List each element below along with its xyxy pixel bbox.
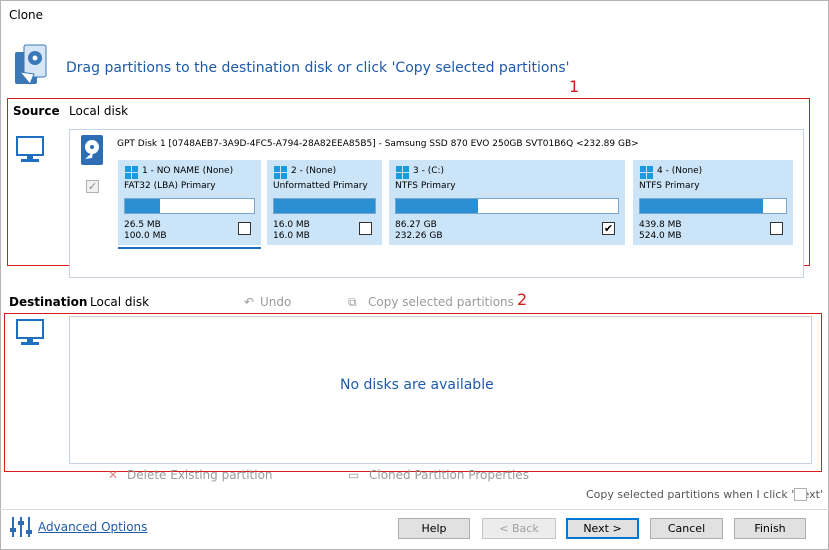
instruction-text: Drag partitions to the destination disk …: [66, 60, 570, 76]
partition-usage-bar: [639, 198, 787, 214]
sliders-icon: [9, 516, 33, 538]
cancel-button[interactable]: Cancel: [650, 518, 723, 539]
windows-icon: [125, 166, 138, 179]
partition-total: 16.0 MB: [273, 231, 310, 241]
source-disk-title: GPT Disk 1 [0748AEB7-3A9D-4FC5-A794-28A8…: [117, 139, 639, 149]
partition-usage-fill: [274, 199, 375, 213]
partition-used: 439.8 MB: [639, 220, 682, 230]
source-computer-icon: [15, 135, 45, 165]
copy-on-next-label: Copy selected partitions when I click 'N…: [586, 488, 823, 501]
disk-select-checkbox[interactable]: ✓: [86, 180, 99, 193]
partition-used: 26.5 MB: [124, 220, 161, 230]
back-button[interactable]: < Back: [482, 518, 556, 539]
partition-total: 524.0 MB: [639, 231, 682, 241]
windows-icon: [640, 166, 653, 179]
partition-total: 100.0 MB: [124, 231, 167, 241]
partition-1-selected-underline: [118, 247, 261, 249]
finish-button[interactable]: Finish: [734, 518, 806, 539]
footer-divider: [0, 509, 829, 510]
partition-3[interactable]: 3 - (C:) NTFS Primary 86.27 GB 232.26 GB ✔: [389, 160, 625, 245]
partition-used: 16.0 MB: [273, 220, 310, 230]
partition-usage-fill: [396, 199, 479, 213]
next-button[interactable]: Next >: [566, 518, 639, 539]
window-title: Clone: [9, 8, 44, 22]
cloned-props-label: Cloned Partition Properties: [369, 468, 529, 482]
partition-checkbox[interactable]: [238, 222, 251, 235]
delete-existing-label: Delete Existing partition: [127, 468, 273, 482]
copy-selected-label: Copy selected partitions: [368, 295, 514, 309]
undo-icon: ↶: [244, 295, 255, 309]
partition-usage-fill: [640, 199, 763, 213]
partition-usage-bar: [395, 198, 619, 214]
partition-checkbox[interactable]: ✔: [602, 222, 615, 235]
destination-disk-type: Local disk: [90, 295, 150, 309]
partition-usage-fill: [125, 199, 160, 213]
partition-fs: NTFS Primary: [639, 181, 700, 191]
annotation-marker-2: 2: [517, 290, 528, 309]
partition-fs: Unformatted Primary: [273, 181, 368, 191]
undo-button[interactable]: ↶ Undo: [244, 295, 291, 309]
partition-4[interactable]: 4 - (None) NTFS Primary 439.8 MB 524.0 MB: [633, 160, 793, 245]
partition-2[interactable]: 2 - (None) Unformatted Primary 16.0 MB 16.0…: [267, 160, 382, 245]
partition-title: 2 - (None): [291, 166, 337, 176]
help-button[interactable]: Help: [398, 518, 470, 539]
delete-icon: ✕: [108, 468, 119, 482]
undo-label: Undo: [260, 295, 292, 309]
hard-disk-icon: [80, 134, 104, 166]
partition-fs: NTFS Primary: [395, 181, 456, 191]
partition-used: 86.27 GB: [395, 220, 437, 230]
partition-title: 4 - (None): [657, 166, 703, 176]
copy-icon: ⧉: [348, 295, 357, 309]
partition-1[interactable]: 1 - NO NAME (None) FAT32 (LBA) Primary 26.…: [118, 160, 261, 245]
clone-wizard-icon: [14, 44, 48, 88]
advanced-options-link[interactable]: Advanced Options: [38, 520, 147, 534]
partition-checkbox[interactable]: [359, 222, 372, 235]
partition-title: 3 - (C:): [413, 166, 445, 176]
windows-icon: [274, 166, 287, 179]
no-disks-message: No disks are available: [340, 377, 494, 393]
copy-on-next-checkbox[interactable]: [794, 488, 807, 501]
annotation-marker-1: 1: [569, 77, 580, 96]
destination-computer-icon: [15, 318, 45, 348]
delete-existing-partition-button[interactable]: ✕ Delete Existing partition: [108, 468, 273, 482]
destination-label: Destination: [9, 295, 88, 309]
partition-usage-bar: [273, 198, 376, 214]
properties-icon: ▭: [348, 468, 360, 482]
partition-fs: FAT32 (LBA) Primary: [124, 181, 216, 191]
partition-title: 1 - NO NAME (None): [142, 166, 234, 176]
windows-icon: [396, 166, 409, 179]
partition-usage-bar: [124, 198, 255, 214]
copy-selected-partitions-button[interactable]: ⧉ Copy selected partitions: [348, 295, 514, 310]
cloned-partition-properties-button[interactable]: ▭ Cloned Partition Properties: [348, 468, 529, 482]
partition-total: 232.26 GB: [395, 231, 443, 241]
partition-checkbox[interactable]: [770, 222, 783, 235]
